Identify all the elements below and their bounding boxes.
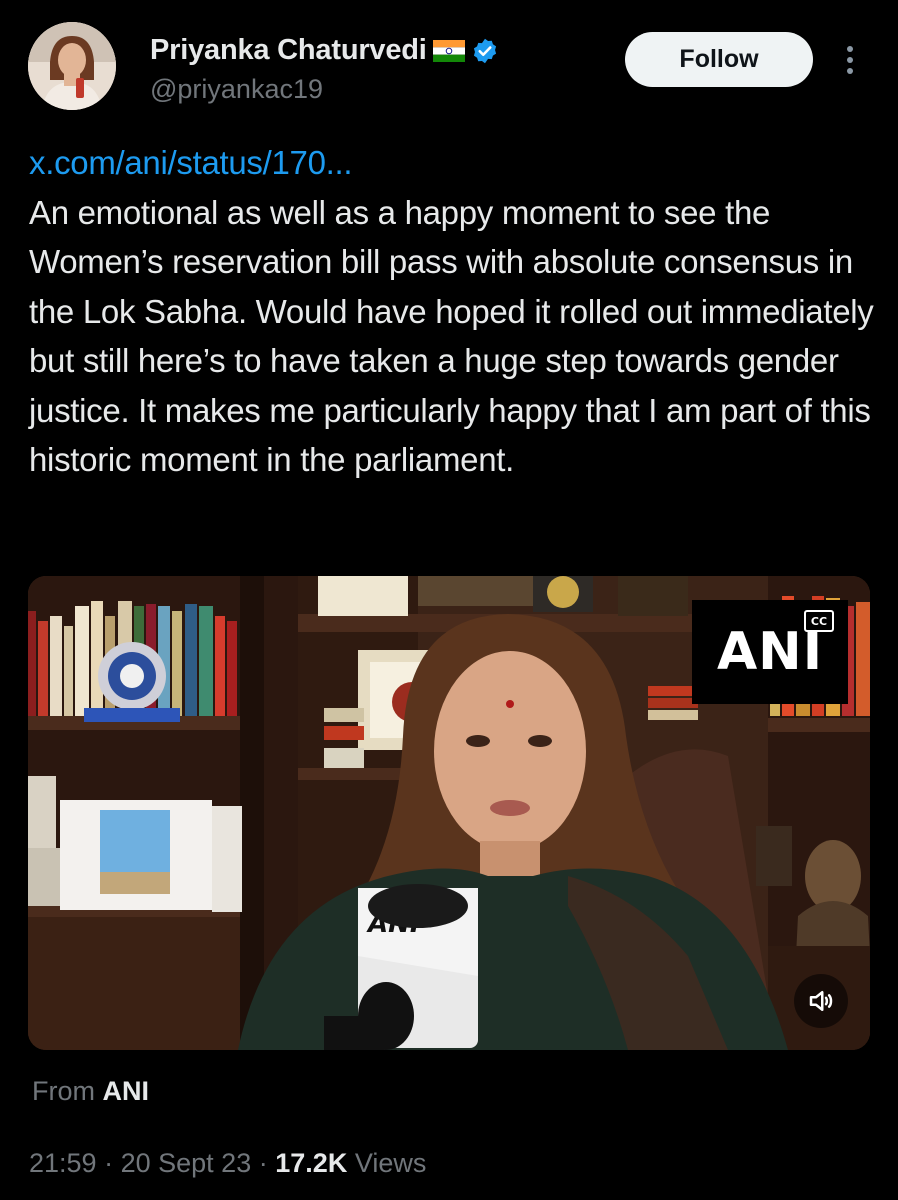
source-attribution: From ANI — [32, 1076, 149, 1107]
author-display-name[interactable]: Priyanka Chaturvedi — [150, 34, 427, 67]
source-prefix: From — [32, 1076, 95, 1106]
tweet-video[interactable]: ANI ANI CC — [28, 576, 870, 1050]
more-dot — [847, 57, 853, 63]
tweet-text: x.com/ani/status/170... An emotional as … — [29, 138, 879, 485]
source-name[interactable]: ANI — [103, 1076, 150, 1106]
more-dot — [847, 46, 853, 52]
tweet-date[interactable]: 20 Sept 23 — [121, 1148, 252, 1178]
more-dot — [847, 68, 853, 74]
views-count: 17.2K — [275, 1148, 348, 1178]
author-avatar[interactable] — [28, 22, 116, 110]
avatar-image — [28, 22, 116, 110]
author-handle[interactable]: @priyankac19 — [150, 74, 323, 105]
tweet-time[interactable]: 21:59 — [29, 1148, 97, 1178]
follow-button[interactable]: Follow — [625, 32, 813, 87]
closed-captions-icon: CC — [804, 610, 834, 632]
meta-separator: · — [258, 1148, 268, 1178]
tweet-body: An emotional as well as a happy moment t… — [29, 193, 874, 479]
author-name-row[interactable]: Priyanka Chaturvedi — [150, 34, 499, 67]
views-label: Views — [354, 1148, 427, 1178]
india-flag-icon — [432, 39, 465, 62]
broadcaster-logo: ANI CC — [692, 600, 848, 704]
verified-badge-icon[interactable] — [471, 37, 499, 65]
speaker-muted-icon[interactable] — [794, 974, 848, 1028]
more-vertical-icon[interactable] — [836, 40, 864, 80]
tweet-quoted-link[interactable]: x.com/ani/status/170... — [29, 138, 879, 188]
tweet-meta: 21:59 · 20 Sept 23 · 17.2K Views — [29, 1148, 426, 1179]
meta-separator: · — [104, 1148, 114, 1178]
